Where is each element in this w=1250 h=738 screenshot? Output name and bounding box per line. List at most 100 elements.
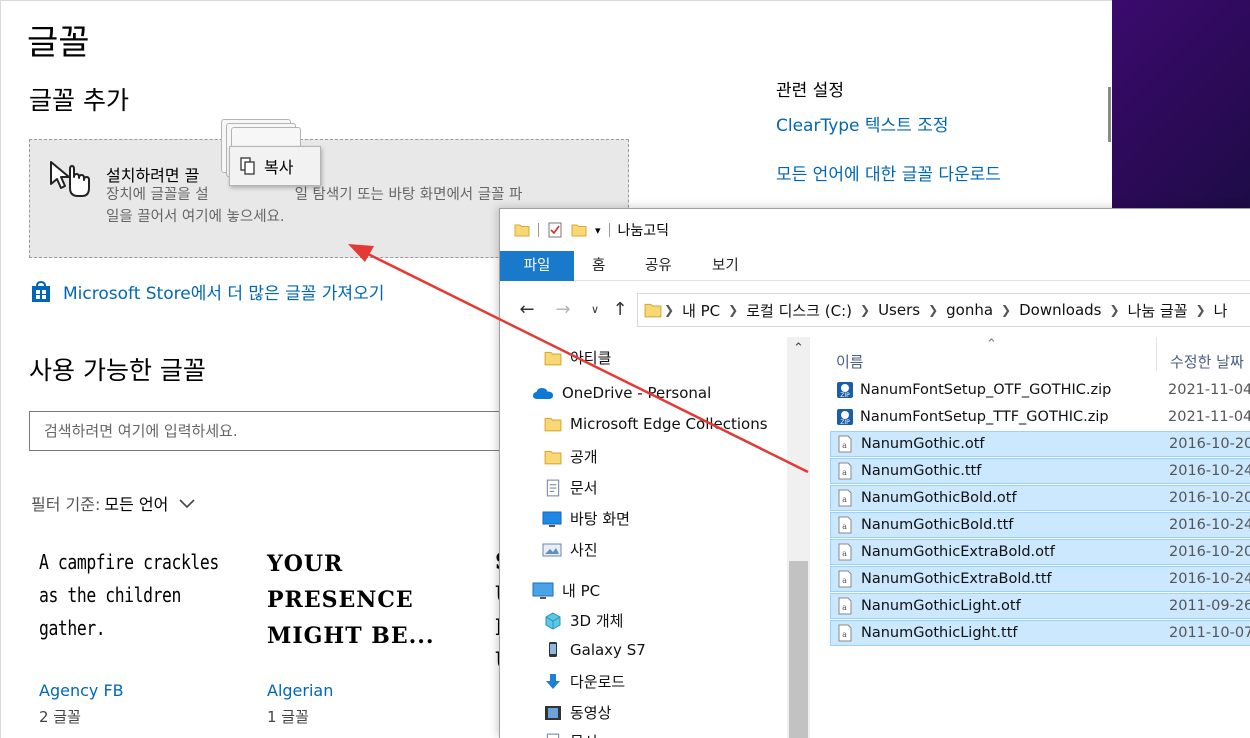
file-row[interactable]: a NanumGothicLight.otf 2011-09-26 <box>830 593 1250 619</box>
file-list: ⌃ 이름 수정한 날짜 ZIP NanumFontSetup_OTF_GOTHIC… <box>810 337 1250 738</box>
settings-scrollbar[interactable] <box>1108 87 1111 142</box>
copy-tooltip: 복사 <box>229 146 321 186</box>
column-header-name[interactable]: 이름 <box>836 351 864 372</box>
nav-item-documents-2[interactable]: 문서 <box>544 731 598 738</box>
column-divider[interactable] <box>1156 337 1157 371</box>
navigation-scrollbar[interactable]: ⌃ <box>787 337 810 738</box>
sample-line: gather. <box>39 616 106 640</box>
sample-line: A campfire crackles <box>39 550 219 574</box>
breadcrumb-item[interactable]: 내 PC <box>676 300 726 321</box>
nav-item-label: 동영상 <box>570 704 612 722</box>
nav-item-downloads[interactable]: 다운로드 <box>544 671 625 692</box>
svg-text:a: a <box>842 468 847 477</box>
nav-item-onedrive[interactable]: OneDrive - Personal <box>532 384 711 402</box>
window-title: 나눔고딕 <box>617 223 670 239</box>
nav-item-documents[interactable]: 문서 <box>544 477 598 498</box>
cleartype-link[interactable]: ClearType 텍스트 조정 <box>776 111 949 136</box>
related-settings-heading: 관련 설정 <box>776 81 844 101</box>
nav-item-label: 사진 <box>570 541 598 559</box>
nav-item-videos[interactable]: 동영상 <box>544 702 611 723</box>
svg-text:a: a <box>842 630 847 639</box>
font-file-icon: a <box>836 516 858 534</box>
svg-text:a: a <box>842 441 847 450</box>
sample-line: MIGHT BE... <box>267 623 435 649</box>
breadcrumb-item[interactable]: 나눔 글꼴 <box>1122 300 1194 321</box>
nav-item-galaxy-s7[interactable]: Galaxy S7 <box>544 641 646 659</box>
file-row[interactable]: a NanumGothicBold.otf 2016-10-20 <box>830 485 1250 511</box>
file-row[interactable]: a NanumGothicExtraBold.ttf 2016-10-24 <box>830 566 1250 592</box>
file-name: NanumGothicExtraBold.otf <box>861 544 1055 560</box>
language-filter[interactable]: 필터 기준: 모든 언어 <box>31 491 196 515</box>
recent-locations-icon[interactable]: ∨ <box>584 303 606 316</box>
nav-item-label: OneDrive - Personal <box>562 384 712 402</box>
file-name: NanumGothicBold.otf <box>861 490 1017 506</box>
font-file-icon: a <box>836 624 858 642</box>
breadcrumb-item[interactable]: 로컬 디스크 (C:) <box>740 300 858 321</box>
file-row[interactable]: a NanumGothicExtraBold.otf 2016-10-20 <box>830 539 1250 565</box>
font-name[interactable]: Agency FB <box>39 681 124 700</box>
font-file-icon: a <box>836 570 858 588</box>
font-card-agency-fb[interactable]: A campfire crackles as the children gath… <box>39 546 239 726</box>
file-row[interactable]: a NanumGothicLight.ttf 2011-10-07 <box>830 620 1250 646</box>
nav-item-label: 문서 <box>570 731 598 738</box>
file-row[interactable]: a NanumGothicBold.ttf 2016-10-24 <box>830 512 1250 538</box>
breadcrumb-item[interactable]: gonha <box>940 301 999 319</box>
scrollbar-thumb[interactable] <box>789 561 808 738</box>
file-name: NanumGothicLight.otf <box>861 598 1021 614</box>
sample-line: PRESENCE <box>267 587 414 613</box>
tab-home[interactable]: 홈 <box>592 251 605 281</box>
nav-item-edge-collections[interactable]: Microsoft Edge Collections <box>544 415 768 433</box>
navigation-pane: 아티클 OneDrive - Personal Microsoft Edge C… <box>500 337 810 738</box>
font-name[interactable]: Algerian <box>267 681 333 700</box>
file-explorer-window: ▾ 나눔고딕 파일 홈 공유 보기 ← → ∨ ↑ ❯ 내 PC ❯ 로컬 디스크… <box>499 208 1250 738</box>
nav-item-article[interactable]: 아티클 <box>544 347 611 368</box>
filter-label: 필터 기준: <box>31 495 101 514</box>
file-name: NanumFontSetup_OTF_GOTHIC.zip <box>860 382 1112 398</box>
nav-item-this-pc[interactable]: 내 PC <box>532 580 600 601</box>
file-row[interactable]: a NanumGothic.ttf 2016-10-24 <box>830 458 1250 484</box>
sample-line: YOUR <box>267 551 344 577</box>
nav-item-3d-objects[interactable]: 3D 개체 <box>544 610 623 631</box>
microsoft-store-link[interactable]: Microsoft Store에서 더 많은 글꼴 가져오기 <box>29 279 384 304</box>
scroll-up-icon[interactable]: ⌃ <box>787 341 810 356</box>
3d-objects-icon <box>545 611 561 630</box>
address-bar[interactable]: ❯ 내 PC ❯ 로컬 디스크 (C:) ❯ Users ❯ gonha ❯ Downl… <box>637 293 1250 327</box>
desktop-background <box>1112 0 1250 216</box>
drop-zone-desc-line2: 일을 끌어서 여기에 놓으세요. <box>106 209 285 225</box>
tab-file[interactable]: 파일 <box>500 251 574 281</box>
nav-item-public[interactable]: 공개 <box>544 446 598 467</box>
tab-view[interactable]: 보기 <box>712 251 739 281</box>
available-fonts-heading: 사용 가능한 글꼴 <box>29 356 206 385</box>
folder-icon <box>544 351 562 365</box>
nav-item-label: Galaxy S7 <box>570 641 646 659</box>
nav-item-desktop[interactable]: 바탕 화면 <box>542 508 630 529</box>
font-card-algerian[interactable]: YOUR PRESENCE MIGHT BE... Algerian 1 글꼴 <box>267 546 467 726</box>
file-row[interactable]: ZIP NanumFontSetup_OTF_GOTHIC.zip 2021-11-… <box>830 377 1250 403</box>
file-row[interactable]: ZIP NanumFontSetup_TTF_GOTHIC.zip 2021-11-… <box>830 404 1250 430</box>
drag-hand-icon <box>50 161 90 197</box>
properties-icon[interactable] <box>547 222 563 238</box>
nav-item-label: 다운로드 <box>570 673 626 691</box>
back-arrow-icon[interactable]: ← <box>516 299 538 320</box>
font-file-icon: a <box>836 597 858 615</box>
quick-access-dropdown-icon[interactable]: ▾ <box>595 224 601 237</box>
nav-item-pictures[interactable]: 사진 <box>542 539 598 560</box>
download-fonts-all-languages-link[interactable]: 모든 언어에 대한 글꼴 다운로드 <box>776 160 1001 185</box>
up-arrow-icon[interactable]: ↑ <box>609 299 631 320</box>
new-folder-icon[interactable] <box>571 222 587 238</box>
documents-icon <box>546 479 560 496</box>
file-modified-date: 2011-10-07 <box>1169 625 1250 641</box>
tab-share[interactable]: 공유 <box>645 251 672 281</box>
breadcrumb-item[interactable]: 나 <box>1208 300 1234 321</box>
file-modified-date: 2016-10-24 <box>1169 517 1250 533</box>
file-row[interactable]: a NanumGothic.otf 2016-10-20 <box>830 431 1250 457</box>
breadcrumb-item[interactable]: Users <box>872 301 926 319</box>
forward-arrow-icon[interactable]: → <box>552 299 574 320</box>
column-header-modified[interactable]: 수정한 날짜 <box>1170 351 1244 372</box>
file-modified-date: 2016-10-24 <box>1169 571 1250 587</box>
svg-text:a: a <box>842 603 847 612</box>
file-name: NanumGothic.otf <box>861 436 985 452</box>
svg-text:a: a <box>842 576 847 585</box>
breadcrumb-item[interactable]: Downloads <box>1013 301 1107 319</box>
file-name: NanumFontSetup_TTF_GOTHIC.zip <box>860 409 1109 425</box>
